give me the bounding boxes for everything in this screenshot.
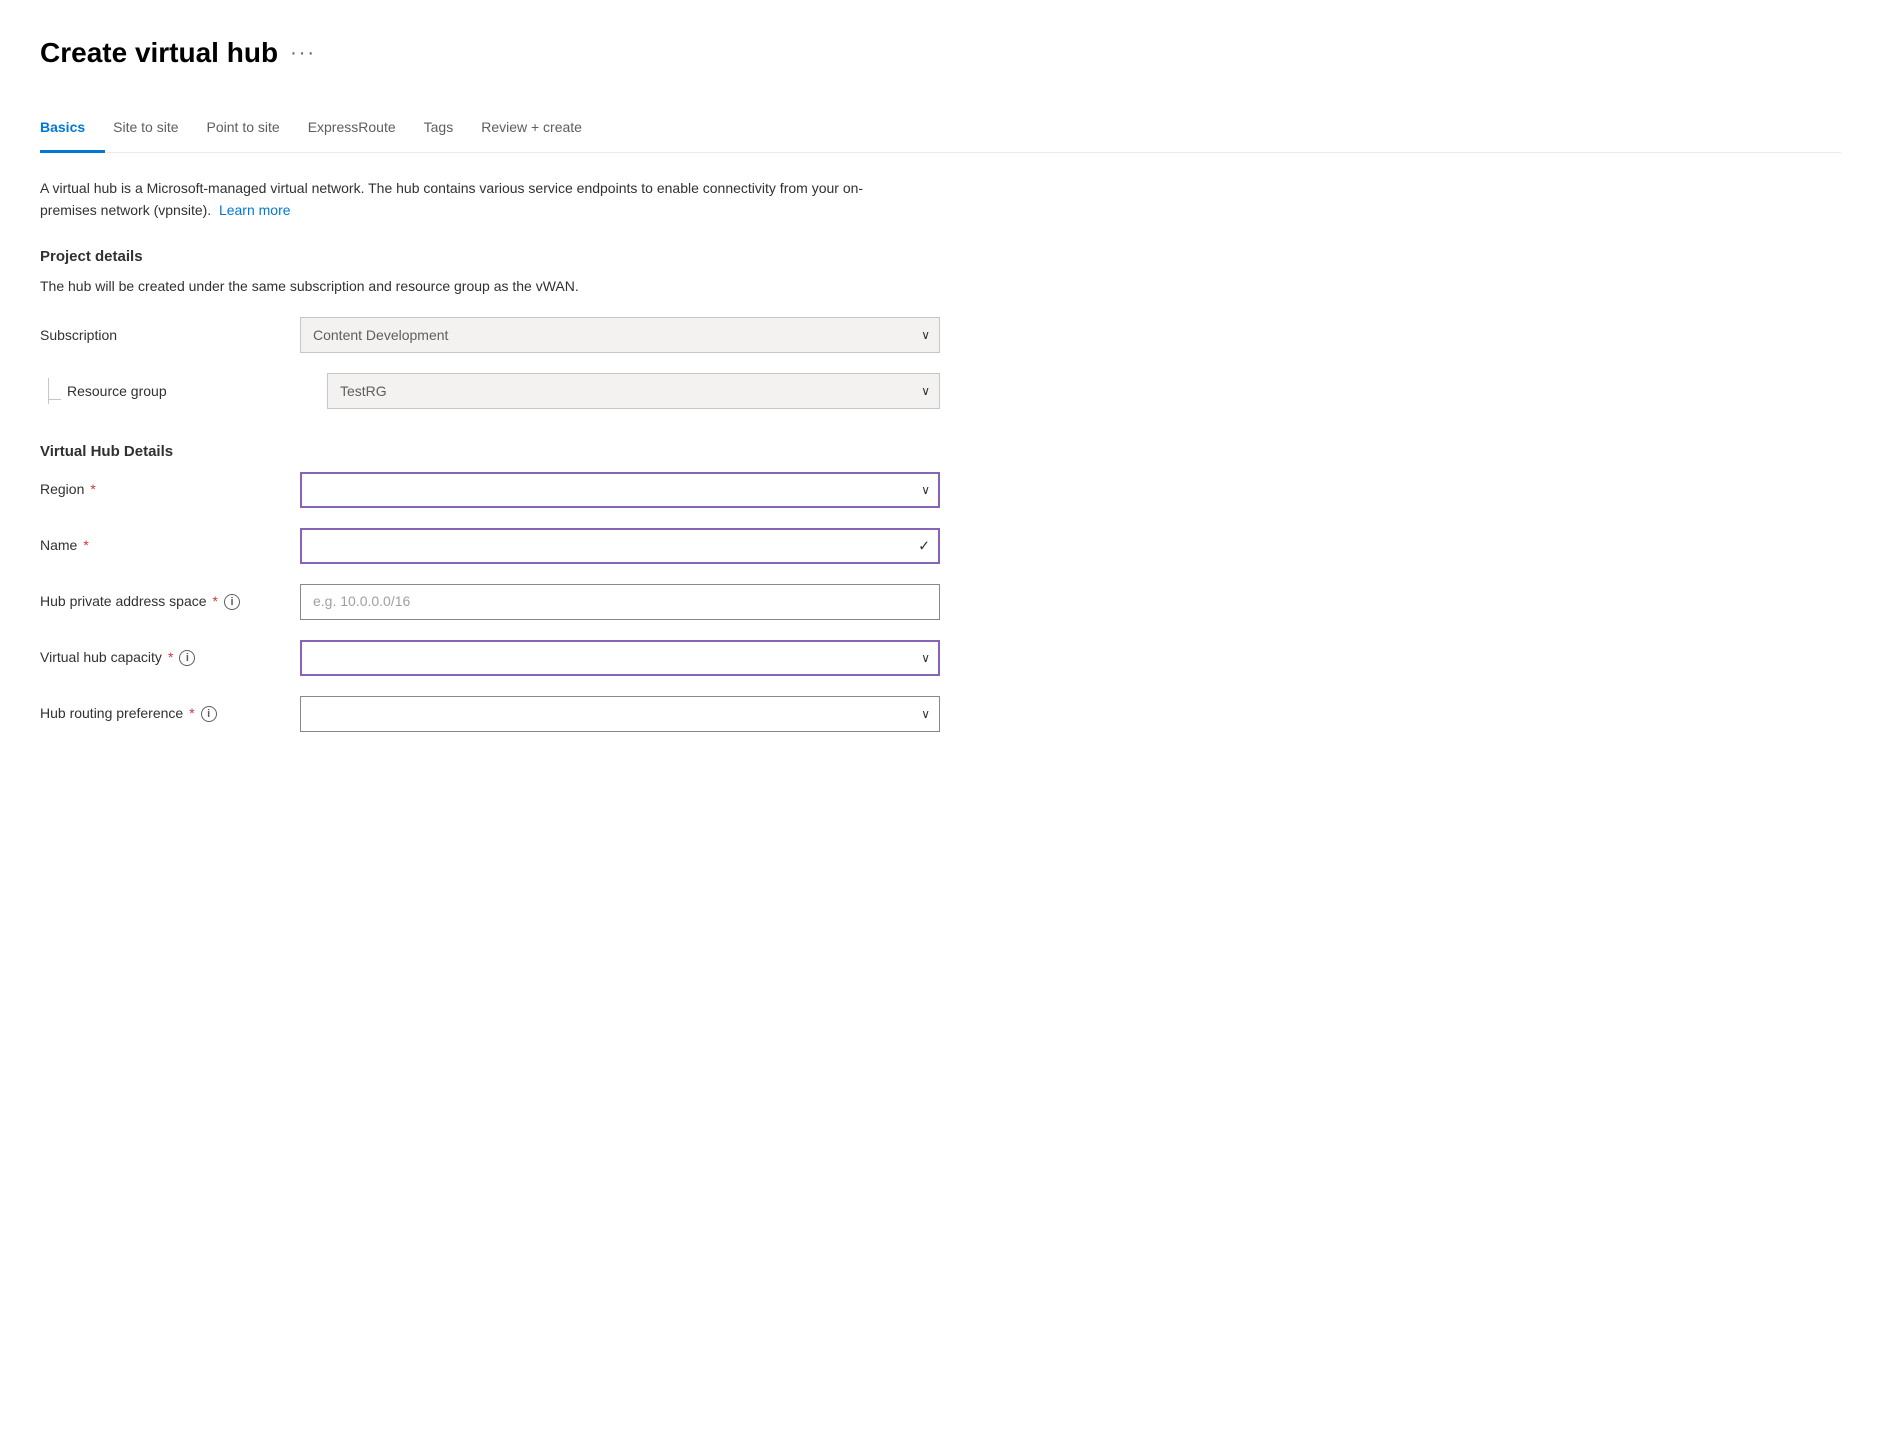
name-label: Name * [40,535,300,556]
address-space-input[interactable]: e.g. 10.0.0.0/16 [300,584,940,620]
subscription-display[interactable]: Content Development [300,317,940,353]
tab-tags[interactable]: Tags [424,107,474,153]
routing-display[interactable] [300,696,940,732]
subscription-select[interactable]: Content Development ∨ [300,317,940,353]
name-input-box[interactable]: ✓ [300,528,940,564]
name-control: ✓ [300,528,940,564]
routing-required-star: * [189,703,194,724]
name-display[interactable] [300,528,940,564]
description-text: A virtual hub is a Microsoft-managed vir… [40,177,900,222]
tab-review-create[interactable]: Review + create [481,107,602,153]
tabs-row: Basics Site to site Point to site Expres… [40,106,1841,153]
tab-site-to-site[interactable]: Site to site [113,107,198,153]
tab-point-to-site[interactable]: Point to site [207,107,300,153]
region-select[interactable]: ∨ [300,472,940,508]
region-required-star: * [90,479,95,500]
subscription-control: Content Development ∨ [300,317,940,353]
resource-group-control: TestRG ∨ [327,373,940,409]
resource-group-indent: Resource group [40,378,327,404]
capacity-info-icon[interactable]: i [179,650,195,666]
resource-group-row: Resource group TestRG ∨ [40,373,940,409]
hub-private-address-space-label: Hub private address space * i [40,591,300,612]
address-space-required-star: * [213,591,218,612]
name-row: Name * ✓ [40,528,940,564]
description-main: A virtual hub is a Microsoft-managed vir… [40,180,863,218]
routing-select[interactable]: ∨ [300,696,940,732]
region-row: Region * ∨ [40,472,940,508]
virtual-hub-capacity-row: Virtual hub capacity * i ∨ [40,640,940,676]
region-display[interactable] [300,472,940,508]
subscription-label: Subscription [40,325,300,346]
routing-info-icon[interactable]: i [201,706,217,722]
virtual-hub-details-section: Virtual Hub Details Region * ∨ Name * [40,441,1841,732]
project-details-heading: Project details [40,246,1841,269]
virtual-hub-capacity-label: Virtual hub capacity * i [40,647,300,668]
hub-routing-preference-row: Hub routing preference * i ∨ [40,696,940,732]
tab-expressroute[interactable]: ExpressRoute [308,107,416,153]
tab-basics[interactable]: Basics [40,107,105,153]
page-title: Create virtual hub [40,32,278,74]
subscription-row: Subscription Content Development ∨ [40,317,940,353]
resource-group-label: Resource group [67,381,327,402]
project-details-subtext: The hub will be created under the same s… [40,276,1841,297]
hub-routing-preference-label: Hub routing preference * i [40,703,300,724]
name-required-star: * [83,535,88,556]
region-control: ∨ [300,472,940,508]
capacity-control: ∨ [300,640,940,676]
learn-more-link[interactable]: Learn more [219,202,291,218]
region-label: Region * [40,479,300,500]
resource-group-display[interactable]: TestRG [327,373,940,409]
page-title-row: Create virtual hub ··· [40,32,1841,74]
address-space-control: e.g. 10.0.0.0/16 [300,584,940,620]
capacity-required-star: * [168,647,173,668]
ellipsis-menu[interactable]: ··· [290,38,316,68]
capacity-display[interactable] [300,640,940,676]
routing-control: ∨ [300,696,940,732]
address-space-info-icon[interactable]: i [224,594,240,610]
capacity-select[interactable]: ∨ [300,640,940,676]
hub-private-address-space-row: Hub private address space * i e.g. 10.0.… [40,584,940,620]
resource-group-select[interactable]: TestRG ∨ [327,373,940,409]
virtual-hub-details-heading: Virtual Hub Details [40,441,1841,464]
project-details-section: Project details The hub will be created … [40,246,1841,410]
